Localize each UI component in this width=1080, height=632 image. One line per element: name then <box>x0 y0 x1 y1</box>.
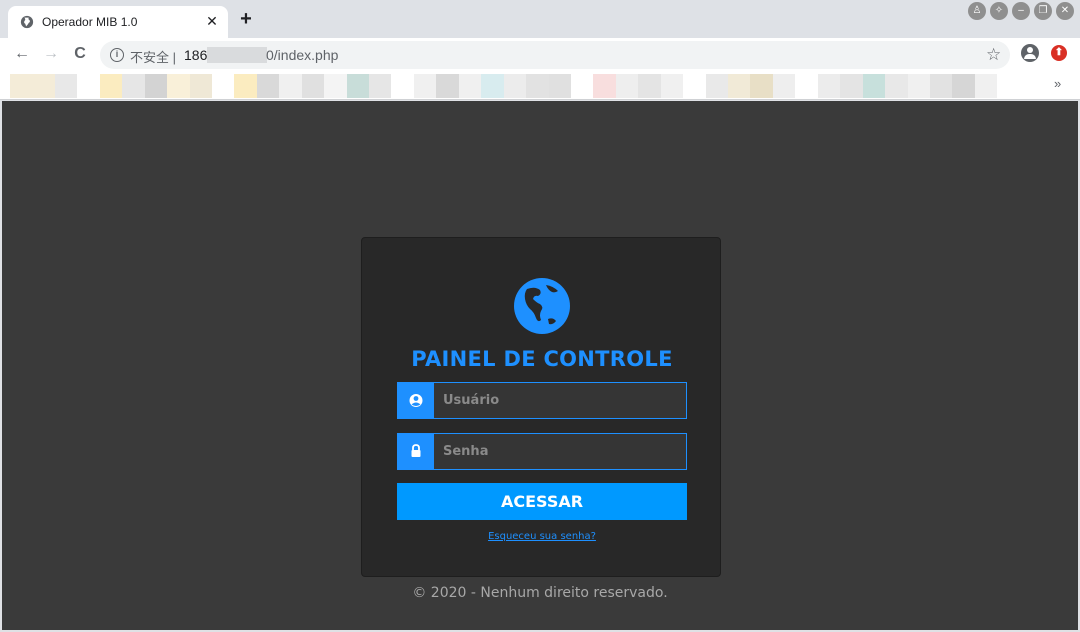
new-tab-button[interactable]: + <box>237 9 255 29</box>
bookmark-item[interactable] <box>862 74 886 98</box>
bookmark-item[interactable] <box>436 74 459 98</box>
back-button[interactable]: ← <box>12 44 32 64</box>
bookmark-item[interactable] <box>952 74 975 98</box>
bookmark-item[interactable] <box>144 74 168 98</box>
tab-bar: Operador MIB 1.0 ✕ + ♙ ✧ – ❐ ✕ <box>0 0 1080 38</box>
profile-icon[interactable] <box>1021 44 1039 62</box>
bookmark-item[interactable] <box>189 74 212 98</box>
url-host: 186 <box>184 47 208 63</box>
bookmark-items[interactable] <box>10 74 1043 98</box>
submit-button[interactable]: ACESSAR <box>397 483 687 520</box>
bookmark-item[interactable] <box>705 74 728 98</box>
security-label: 不安全 | <box>130 50 177 65</box>
username-input[interactable] <box>434 383 686 418</box>
globe-icon <box>20 15 34 29</box>
username-field <box>397 382 687 419</box>
bookmark-item[interactable] <box>997 74 1020 98</box>
bookmark-item[interactable] <box>32 74 55 98</box>
bookmark-item[interactable] <box>256 74 280 98</box>
bookmark-item[interactable] <box>346 74 369 98</box>
bookmark-item[interactable] <box>750 74 773 98</box>
bookmark-item[interactable] <box>817 74 841 98</box>
bookmark-item[interactable] <box>234 74 257 98</box>
bookmark-item[interactable] <box>974 74 998 98</box>
bookmark-item[interactable] <box>570 74 594 98</box>
pin-icon[interactable]: ✧ <box>990 2 1008 20</box>
page-title: PAINEL DE CONTROLE <box>411 347 673 371</box>
bookmark-item[interactable] <box>167 74 190 98</box>
bookmark-item[interactable] <box>279 74 302 98</box>
bookmark-item[interactable] <box>885 74 908 98</box>
bookmark-item[interactable] <box>503 74 527 98</box>
url-redaction <box>207 47 267 63</box>
tab-title: Operador MIB 1.0 <box>42 15 138 29</box>
globe-americas-icon <box>514 278 570 334</box>
bookmark-item[interactable] <box>548 74 571 98</box>
bookmark-item[interactable] <box>593 74 616 98</box>
page-viewport: PAINEL DE CONTROLE ACESSAR Esqueceu <box>2 101 1078 630</box>
bookmark-item[interactable] <box>795 74 818 98</box>
lock-icon-addon <box>398 434 434 469</box>
bookmark-item[interactable] <box>526 74 549 98</box>
address-bar[interactable]: i 不安全 | 186 0/index.php ☆ <box>100 41 1010 69</box>
browser-toolbar: ← → C i 不安全 | 186 0/index.php ☆ ⬆ <box>0 38 1080 70</box>
bookmark-item[interactable] <box>907 74 930 98</box>
bookmark-item[interactable] <box>54 74 78 98</box>
bookmark-item[interactable] <box>391 74 414 98</box>
extension-icon[interactable]: ⬆ <box>1051 45 1067 61</box>
bookmark-item[interactable] <box>99 74 123 98</box>
bookmark-item[interactable] <box>728 74 751 98</box>
bookmark-item[interactable] <box>122 74 145 98</box>
window-controls: ♙ ✧ – ❐ ✕ <box>968 2 1074 20</box>
lock-icon <box>411 444 421 457</box>
bookmark-item[interactable] <box>929 74 953 98</box>
url-path: 0/index.php <box>266 47 339 63</box>
forgot-password-link[interactable]: Esqueceu sua senha? <box>362 531 722 542</box>
bookmark-item[interactable] <box>481 74 504 98</box>
bookmarks-overflow-button[interactable]: » <box>1054 76 1061 91</box>
minimize-icon[interactable]: – <box>1012 2 1030 20</box>
bookmark-item[interactable] <box>77 74 100 98</box>
tab-close-icon[interactable]: ✕ <box>204 13 220 29</box>
info-icon[interactable]: i <box>110 48 124 62</box>
bookmark-item[interactable] <box>1019 74 1043 98</box>
bookmark-star-icon[interactable]: ☆ <box>986 45 1001 65</box>
forward-button[interactable]: → <box>41 44 61 64</box>
bookmark-item[interactable] <box>324 74 347 98</box>
bookmark-item[interactable] <box>615 74 639 98</box>
bookmarks-bar: » <box>0 70 1080 100</box>
bookmark-item[interactable] <box>369 74 392 98</box>
shirt-icon[interactable]: ♙ <box>968 2 986 20</box>
browser-tab[interactable]: Operador MIB 1.0 ✕ <box>8 6 228 38</box>
bookmark-item[interactable] <box>772 74 796 98</box>
bookmark-item[interactable] <box>10 74 33 98</box>
bookmark-item[interactable] <box>638 74 661 98</box>
user-circle-icon <box>409 394 423 407</box>
user-icon-addon <box>398 383 434 418</box>
restore-icon[interactable]: ❐ <box>1034 2 1052 20</box>
bookmark-item[interactable] <box>458 74 482 98</box>
close-icon[interactable]: ✕ <box>1056 2 1074 20</box>
bookmark-item[interactable] <box>301 74 325 98</box>
password-field <box>397 433 687 470</box>
reload-button[interactable]: C <box>70 44 90 64</box>
bookmark-item[interactable] <box>840 74 863 98</box>
bookmark-item[interactable] <box>660 74 684 98</box>
bookmark-item[interactable] <box>413 74 437 98</box>
bookmark-item[interactable] <box>683 74 706 98</box>
bookmark-item[interactable] <box>211 74 235 98</box>
password-input[interactable] <box>434 434 686 469</box>
login-card: PAINEL DE CONTROLE ACESSAR Esqueceu <box>361 237 721 577</box>
footer-copyright: © 2020 - Nenhum direito reservado. <box>412 585 668 601</box>
